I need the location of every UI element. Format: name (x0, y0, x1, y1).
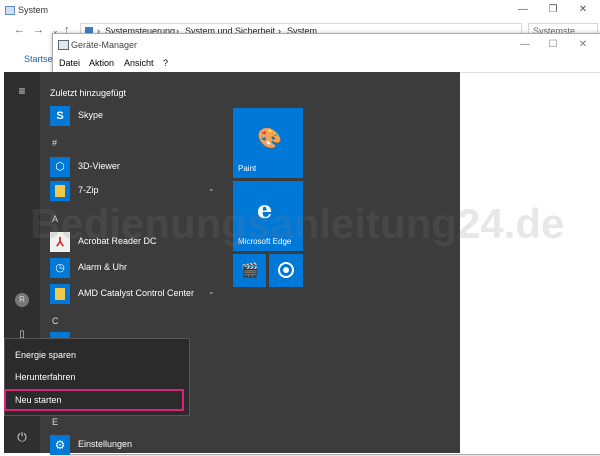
app-skype[interactable]: S Skype (48, 105, 218, 127)
music-disc-icon (278, 262, 294, 278)
section-letter[interactable]: C (52, 316, 59, 326)
folder-icon (50, 284, 70, 304)
app-label: Alarm & Uhr (78, 262, 128, 272)
recently-added-header: Zuletzt hinzugefügt (50, 88, 127, 98)
folder-glyph (55, 185, 65, 197)
section-letter[interactable]: # (52, 138, 57, 148)
app-amd-catalyst[interactable]: AMD Catalyst Control Center ⌄ (48, 283, 218, 305)
chevron-down-icon[interactable]: ⌄ (208, 184, 215, 193)
disc-center (283, 267, 289, 273)
control-panel-home-link[interactable]: Startse (24, 54, 53, 64)
folder-icon (50, 181, 70, 201)
hamburger-menu-icon[interactable]: ≡ (13, 82, 31, 100)
avatar[interactable]: R (15, 293, 29, 307)
app-label: Skype (78, 110, 104, 120)
cube-icon: ⬡ (50, 157, 70, 177)
clapperboard-icon: 🎬 (241, 262, 259, 278)
system-window-title: System (18, 5, 49, 15)
tile-label: Paint (238, 164, 257, 173)
app-label: 3D-Viewer (78, 161, 120, 171)
back-arrow-icon[interactable]: ← (14, 24, 25, 36)
section-letter[interactable]: E (52, 417, 58, 427)
power-sleep-item[interactable]: Energie sparen (5, 344, 189, 366)
power-item-label: Energie sparen (15, 350, 77, 360)
device-manager-title: Geräte-Manager (71, 40, 138, 50)
app-label: 7-Zip (78, 185, 99, 195)
minimize-button[interactable]: — (508, 3, 538, 17)
system-title-bar: System — ❐ ✕ (0, 0, 600, 20)
chevron-down-icon[interactable]: ⌄ (208, 287, 215, 296)
forward-arrow-icon[interactable]: → (33, 24, 44, 36)
menu-datei[interactable]: Datei (59, 58, 80, 68)
close-button[interactable]: ✕ (568, 3, 598, 17)
menu-help[interactable]: ? (163, 58, 168, 68)
tile-paint[interactable]: 🎨 Paint (233, 108, 303, 178)
device-manager-icon (58, 40, 69, 50)
system-window-icon (5, 6, 15, 15)
power-shutdown-item[interactable]: Herunterfahren (5, 366, 189, 388)
device-manager-title-bar: Geräte-Manager — ☐ ✕ (53, 34, 600, 56)
minimize-button[interactable]: — (511, 38, 539, 52)
device-manager-menu-bar: Datei Aktion Ansicht ? (53, 56, 600, 72)
maximize-button[interactable]: ❐ (538, 3, 568, 17)
app-label: Einstellungen (78, 439, 133, 449)
skype-icon: S (50, 106, 70, 126)
folder-glyph (55, 288, 65, 300)
power-item-label: Herunterfahren (15, 372, 76, 382)
restart-highlight-box (4, 389, 184, 411)
power-icon[interactable]: ⏻ (13, 428, 31, 446)
tile-movies[interactable]: 🎬 (233, 254, 266, 287)
menu-ansicht[interactable]: Ansicht (124, 58, 154, 68)
tile-groove-music[interactable] (269, 254, 303, 287)
close-button[interactable]: ✕ (569, 38, 597, 52)
maximize-button[interactable]: ☐ (539, 38, 567, 52)
app-label: AMD Catalyst Control Center (78, 288, 195, 298)
watermark: Bedienungsanleitung24.de (30, 200, 565, 247)
gear-icon: ⚙ (50, 435, 70, 455)
menu-aktion[interactable]: Aktion (89, 58, 114, 68)
paint-palette-icon: 🎨 (257, 128, 282, 150)
app-7zip[interactable]: 7-Zip ⌄ (48, 180, 218, 202)
app-3d-viewer[interactable]: ⬡ 3D-Viewer (48, 156, 218, 178)
alarm-clock-icon: ◷ (50, 258, 70, 278)
app-alarm-uhr[interactable]: ◷ Alarm & Uhr (48, 257, 218, 279)
